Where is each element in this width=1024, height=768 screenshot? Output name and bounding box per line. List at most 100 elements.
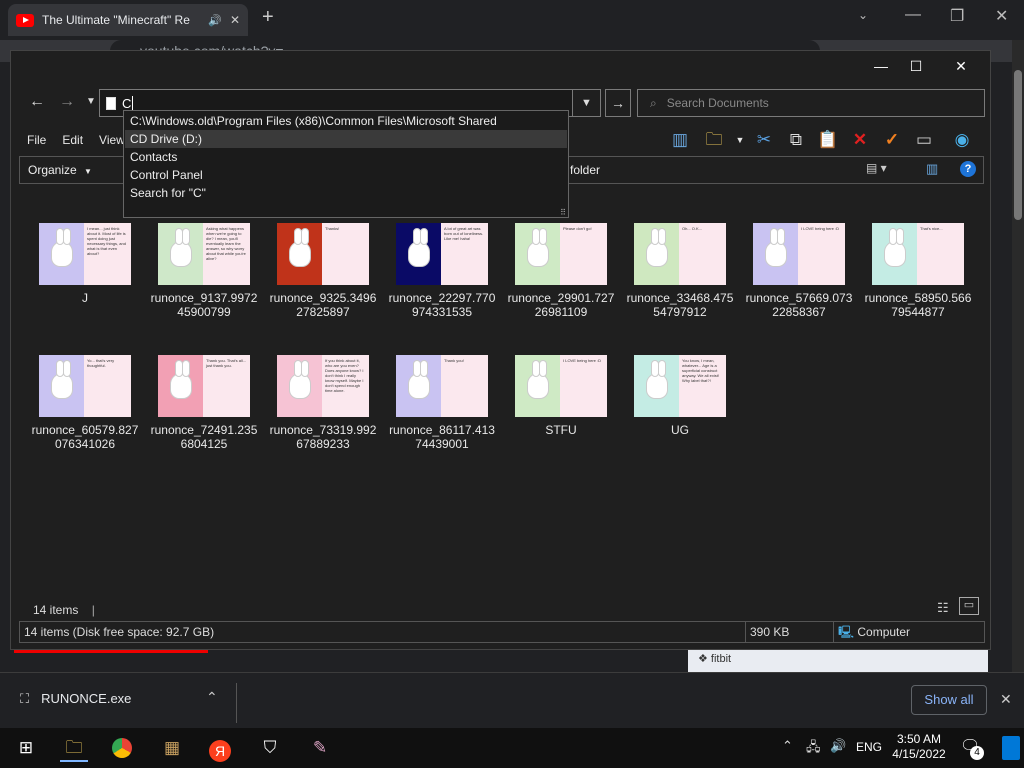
menu-edit[interactable]: Edit xyxy=(62,129,83,151)
file-item[interactable]: Thank you! runonce_86117.41374439001 xyxy=(386,355,498,451)
close-icon[interactable]: ✕ xyxy=(1000,691,1012,708)
properties-icon[interactable]: ▭ xyxy=(913,129,935,151)
file-item[interactable]: I mean... just think about it. Most of l… xyxy=(29,223,141,305)
executable-icon: ⛶ xyxy=(20,691,30,706)
details-view-icon[interactable]: ☷ xyxy=(937,600,949,616)
search-box[interactable]: ⌕ Search Documents xyxy=(637,89,985,117)
resize-grip-icon[interactable]: ⠿ xyxy=(560,208,566,217)
language-indicator[interactable]: ENG xyxy=(856,740,882,754)
change-view-icon[interactable]: ▤ ▾ xyxy=(866,161,887,175)
folder-options-icon[interactable]: 🗀 xyxy=(703,129,725,151)
delete-icon[interactable]: ✕ xyxy=(849,129,871,151)
help-icon[interactable]: ? xyxy=(960,161,976,177)
file-item[interactable]: Oh... O.K... runonce_33468.47554797912 xyxy=(624,223,736,319)
file-name: runonce_9137.997245900799 xyxy=(150,291,258,319)
file-item[interactable]: A lot of great art was born out of lonel… xyxy=(386,223,498,319)
autocomplete-item[interactable]: CD Drive (D:) xyxy=(125,130,567,148)
back-button[interactable]: ← xyxy=(27,91,47,113)
chrome-icon[interactable] xyxy=(108,734,136,762)
file-item[interactable]: Thank you. That's all... just thank you.… xyxy=(148,355,260,451)
new-folder-button[interactable]: folder xyxy=(570,161,600,179)
autocomplete-item[interactable]: Search for "C" xyxy=(125,184,567,202)
winrar-icon[interactable]: ▦ xyxy=(158,734,186,762)
restore-icon[interactable]: ❐ xyxy=(950,6,964,26)
checkmark-icon[interactable]: ✓ xyxy=(881,129,903,151)
show-all-button[interactable]: Show all xyxy=(911,685,987,715)
new-tab-button[interactable]: + xyxy=(262,6,274,29)
forward-button[interactable]: → xyxy=(57,91,77,113)
file-explorer-icon[interactable]: 🗀 xyxy=(60,734,88,762)
organize-button[interactable]: Organize ▼ xyxy=(28,161,92,181)
file-item[interactable]: Asking what happens when we're going to … xyxy=(148,223,260,319)
menu-view[interactable]: View xyxy=(99,129,125,151)
thumbnail-caption: I mean... just think about it. Most of l… xyxy=(84,223,131,285)
paint-icon[interactable]: ✎ xyxy=(306,734,334,762)
file-item[interactable]: I LOVE being here :D runonce_57669.073228… xyxy=(743,223,855,319)
go-button[interactable]: → xyxy=(605,89,631,117)
scrollbar[interactable] xyxy=(1012,40,1024,672)
chevron-down-icon[interactable]: ⌄ xyxy=(858,8,868,22)
item-count: 14 items | xyxy=(33,603,95,617)
network-icon[interactable]: 🖧 xyxy=(806,738,821,760)
menu-file[interactable]: File xyxy=(27,129,46,151)
cut-icon[interactable]: ✂ xyxy=(753,129,775,151)
file-name: runonce_9325.349627825897 xyxy=(269,291,377,319)
dropdown-icon[interactable]: ▼ xyxy=(729,129,751,151)
autocomplete-item[interactable]: Control Panel xyxy=(125,166,567,184)
download-item[interactable]: ⛶ RUNONCE.exe xyxy=(20,691,131,707)
clock[interactable]: 3:50 AM 4/15/2022 xyxy=(886,732,952,762)
file-item[interactable]: I LOVE being here :D STFU xyxy=(505,355,617,437)
fitbit-ad[interactable]: ❖ fitbit xyxy=(688,650,988,672)
file-item[interactable]: You know, I mean, whatever... Age is a s… xyxy=(624,355,736,437)
chevron-up-icon[interactable]: ⌃ xyxy=(782,738,793,754)
page-bottom-strip: ❖ fitbit xyxy=(0,650,1010,672)
speaker-icon[interactable]: 🔊 xyxy=(208,14,222,27)
file-thumbnail: I mean... just think about it. Most of l… xyxy=(39,223,131,285)
bunny-image xyxy=(527,228,549,267)
thumbnail-caption: A lot of great art was born out of lonel… xyxy=(441,223,488,285)
autocomplete-item[interactable]: C:\Windows.old\Program Files (x86)\Commo… xyxy=(125,112,567,130)
autocomplete-item[interactable]: Contacts xyxy=(125,148,567,166)
tab-close-icon[interactable]: ✕ xyxy=(230,13,240,27)
address-input[interactable]: C xyxy=(122,96,131,111)
globe-icon[interactable]: ◉ xyxy=(951,129,973,151)
thumbnail-caption: Oh... O.K... xyxy=(679,223,726,285)
file-thumbnail: Please don't go! xyxy=(515,223,607,285)
minimize-icon[interactable]: — xyxy=(905,6,921,24)
file-thumbnail: Thank you. That's all... just thank you. xyxy=(158,355,250,417)
shield-icon[interactable]: ⛉ xyxy=(256,734,284,762)
file-item[interactable]: If you think about it, who are you even?… xyxy=(267,355,379,451)
file-item[interactable]: That's nice... runonce_58950.56679544877 xyxy=(862,223,974,319)
show-desktop-button[interactable] xyxy=(1002,736,1020,760)
file-thumbnail: I LOVE being here :D xyxy=(515,355,607,417)
bunny-image xyxy=(51,228,73,267)
bunny-image xyxy=(408,228,430,267)
file-item[interactable]: Thanks! runonce_9325.349627825897 xyxy=(267,223,379,319)
recent-locations-button[interactable]: ▼ xyxy=(81,91,101,113)
browser-tab[interactable]: The Ultimate "Minecraft" Re 🔊 ✕ xyxy=(8,4,248,36)
file-name: runonce_72491.2356804125 xyxy=(150,423,258,451)
file-thumbnail: Thanks! xyxy=(277,223,369,285)
file-item[interactable]: Yo... that's very thoughtful. runonce_605… xyxy=(29,355,141,451)
preview-pane-toggle-icon[interactable]: ▥ xyxy=(926,161,938,177)
bunny-image xyxy=(408,360,430,399)
file-name: runonce_73319.99267889233 xyxy=(269,423,377,451)
scrollbar-thumb[interactable] xyxy=(1014,70,1022,220)
copy-icon[interactable]: ⧉ xyxy=(785,129,807,151)
yandex-icon[interactable]: Я xyxy=(206,734,234,762)
tab-title: The Ultimate "Minecraft" Re xyxy=(42,13,190,27)
large-icons-view-icon[interactable]: ▭ xyxy=(959,597,979,615)
address-dropdown-button[interactable]: ▼ xyxy=(573,89,601,117)
maximize-button[interactable]: ☐ xyxy=(896,55,936,77)
status-size: 390 KB xyxy=(746,622,834,642)
minimize-button[interactable]: — xyxy=(861,55,901,77)
file-item[interactable]: Please don't go! runonce_29901.7272698110… xyxy=(505,223,617,319)
close-button[interactable]: ✕ xyxy=(941,55,981,77)
chevron-up-icon[interactable]: ⌃ xyxy=(206,689,218,706)
volume-icon[interactable]: 🔊 xyxy=(830,738,846,754)
start-icon[interactable]: ⊞ xyxy=(12,734,40,762)
preview-pane-icon[interactable]: ▥ xyxy=(669,129,691,151)
close-icon[interactable]: ✕ xyxy=(995,6,1008,26)
paste-icon[interactable]: 📋 xyxy=(817,129,839,151)
file-thumbnail: Oh... O.K... xyxy=(634,223,726,285)
